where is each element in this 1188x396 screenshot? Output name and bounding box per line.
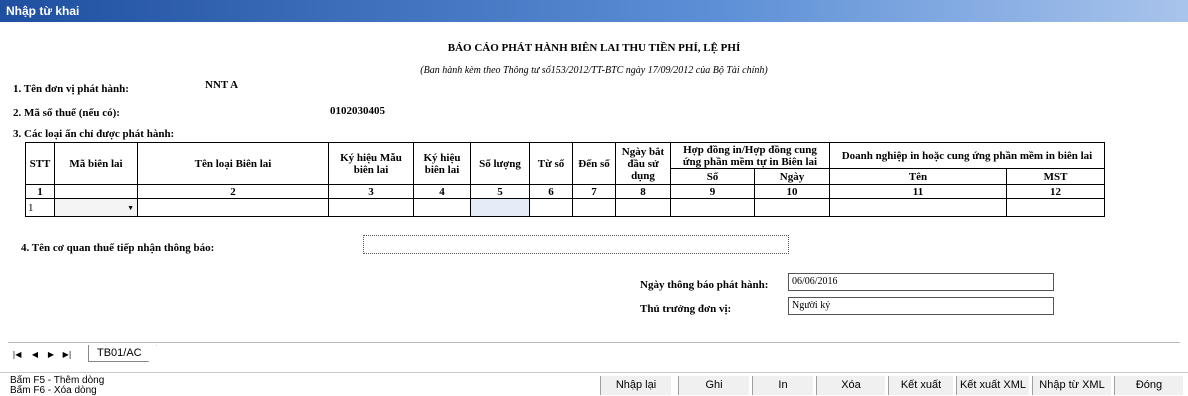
colnum: 2 — [137, 184, 329, 199]
col-sl: Số lượng — [470, 142, 530, 185]
colnum: 3 — [328, 184, 414, 199]
tab-tb01-ac[interactable]: TB01/AC — [88, 345, 157, 362]
receipt-table: STT Mã biên lai Tên loại Biên lai Ký hiệ… — [25, 142, 1105, 217]
unit-value: NNT A — [205, 79, 239, 91]
col-den: Đến số — [572, 142, 616, 185]
dropdown-arrow-icon[interactable]: ▼ — [127, 202, 134, 214]
ghi-button[interactable]: Ghi — [678, 376, 750, 395]
cell-ngay[interactable] — [615, 198, 671, 217]
last-sheet-icon[interactable]: ▶| — [62, 349, 72, 360]
hint-f6: Bấm F6 - Xóa dòng — [10, 385, 97, 396]
table-row: 1 ▼ — [25, 198, 1105, 217]
cell-tu[interactable] — [529, 198, 573, 217]
colnum: 10 — [754, 184, 830, 199]
unit-label: 1. Tên đơn vị phát hành: — [13, 83, 129, 95]
report-form: BÁO CÁO PHÁT HÀNH BIÊN LAI THU TIỀN PHÍ,… — [8, 30, 1180, 336]
ma-bien-lai-select[interactable]: ▼ — [54, 198, 138, 217]
window-title: Nhập từ khai — [0, 0, 1188, 22]
dong-button[interactable]: Đóng — [1114, 376, 1184, 395]
colnum — [54, 184, 138, 199]
cell-so[interactable] — [670, 198, 755, 217]
col-tu: Từ số — [529, 142, 573, 185]
col-doanhnghiep: Doanh nghiệp in hoặc cung ứng phần mềm i… — [829, 142, 1105, 169]
types-label: 3. Các loại ấn chỉ được phát hành: — [13, 128, 175, 140]
cell-mau[interactable] — [328, 198, 414, 217]
col-so: Số — [670, 168, 755, 185]
col-kh: Ký hiệu biên lai — [413, 142, 471, 185]
nhap-lai-button[interactable]: Nhập lại — [600, 376, 672, 395]
col-hopdong: Hợp đồng in/Hợp đồng cung ứng phần mềm t… — [670, 142, 830, 169]
colnum: 6 — [529, 184, 573, 199]
colnum: 12 — [1006, 184, 1105, 199]
colnum: 8 — [615, 184, 671, 199]
colnum: 1 — [25, 184, 55, 199]
prev-sheet-icon[interactable]: ◀ — [30, 349, 40, 360]
sheet-tab-bar: |◀ ◀ ▶ ▶| TB01/AC — [8, 342, 1180, 364]
tax-label: 2. Mã số thuế (nếu có): — [13, 107, 120, 119]
agency-input[interactable] — [363, 235, 789, 254]
col-mst: MST — [1006, 168, 1105, 185]
col-ngay2: Ngày — [754, 168, 830, 185]
agency-label: 4. Tên cơ quan thuế tiếp nhận thông báo: — [21, 242, 215, 254]
ket-xuat-xml-button[interactable]: Kết xuất XML — [956, 376, 1030, 395]
tax-value: 0102030405 — [330, 105, 385, 117]
date-label: Ngày thông báo phát hành: — [640, 279, 769, 291]
date-input[interactable]: 06/06/2016 — [788, 273, 1054, 291]
colnum: 7 — [572, 184, 616, 199]
in-button[interactable]: In — [752, 376, 814, 395]
column-number-row: 1 2 3 4 5 6 7 8 9 10 11 12 — [25, 184, 1105, 199]
cell-ten[interactable] — [137, 198, 329, 217]
head-input[interactable]: Người ký — [788, 297, 1054, 315]
nhap-tu-xml-button[interactable]: Nhập từ XML — [1032, 376, 1112, 395]
cell-den[interactable] — [572, 198, 616, 217]
col-mau: Ký hiệu Mẫu biên lai — [328, 142, 414, 185]
next-sheet-icon[interactable]: ▶ — [46, 349, 56, 360]
cell-dn-ten[interactable] — [829, 198, 1007, 217]
colnum: 4 — [413, 184, 471, 199]
colnum: 11 — [829, 184, 1007, 199]
footer-bar: Bấm F5 - Thêm dòng Bấm F6 - Xóa dòng Nhậ… — [0, 372, 1188, 396]
col-stt: STT — [25, 142, 55, 185]
cell-mst[interactable] — [1006, 198, 1105, 217]
xoa-button[interactable]: Xóa — [816, 376, 886, 395]
row-stt: 1 — [25, 198, 55, 217]
report-subtitle: (Ban hành kèm theo Thông tư số153/2012/T… — [420, 65, 768, 76]
col-ngay: Ngày bắt đầu sử dụng — [615, 142, 671, 185]
col-ten: Tên loại Biên lai — [137, 142, 329, 185]
cell-sl[interactable] — [470, 198, 530, 217]
col-dn-ten: Tên — [829, 168, 1007, 185]
ket-xuat-button[interactable]: Kết xuất — [888, 376, 954, 395]
cell-ngay2[interactable] — [754, 198, 830, 217]
first-sheet-icon[interactable]: |◀ — [12, 349, 22, 360]
colnum: 9 — [670, 184, 755, 199]
report-title: BÁO CÁO PHÁT HÀNH BIÊN LAI THU TIỀN PHÍ,… — [447, 42, 741, 54]
col-ma: Mã biên lai — [54, 142, 138, 185]
cell-kh[interactable] — [413, 198, 471, 217]
colnum: 5 — [470, 184, 530, 199]
head-label: Thủ trưởng đơn vị: — [640, 303, 732, 315]
